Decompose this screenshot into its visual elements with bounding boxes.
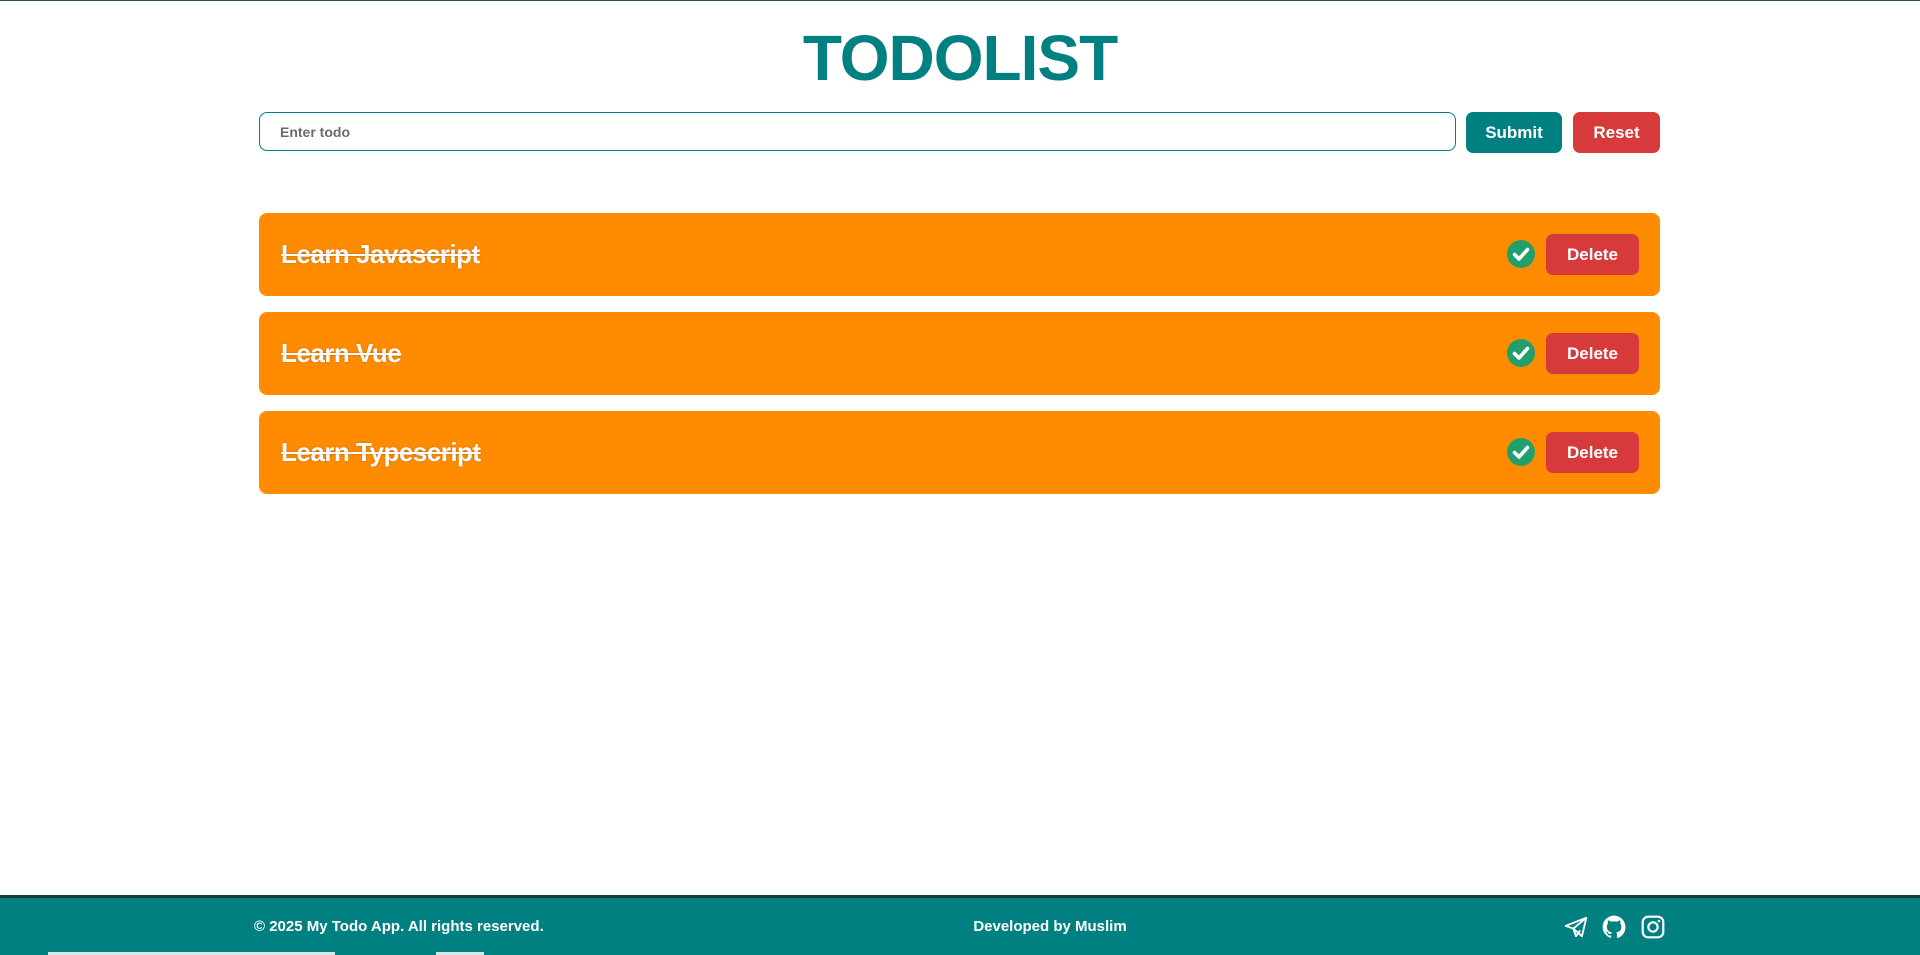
delete-button[interactable]: Delete (1546, 333, 1639, 374)
delete-button[interactable]: Delete (1546, 234, 1639, 275)
todo-input[interactable] (259, 112, 1456, 151)
page-title: TODOLIST (802, 22, 1118, 94)
delete-button[interactable]: Delete (1546, 432, 1639, 473)
footer-copyright: © 2025 My Todo App. All rights reserved. (254, 918, 544, 935)
instagram-icon[interactable] (1640, 914, 1666, 940)
submit-button[interactable]: Submit (1466, 112, 1562, 153)
check-circle-icon[interactable] (1506, 338, 1536, 368)
footer: © 2025 My Todo App. All rights reserved.… (0, 895, 1920, 955)
todo-item: Learn Vue Delete (259, 312, 1660, 395)
todo-item: Learn Typescript Delete (259, 411, 1660, 494)
todo-text[interactable]: Learn Vue (281, 312, 402, 395)
todo-form: Submit Reset (259, 112, 1660, 153)
check-circle-icon[interactable] (1506, 437, 1536, 467)
todo-app: TODOLIST Submit Reset Learn Javascript D… (0, 0, 1920, 895)
todo-item: Learn Javascript Delete (259, 213, 1660, 296)
todo-text[interactable]: Learn Javascript (281, 213, 480, 296)
reset-button[interactable]: Reset (1573, 112, 1660, 153)
todo-list: Learn Javascript Delete Learn Vue Delete… (259, 213, 1660, 510)
telegram-icon[interactable] (1563, 914, 1589, 940)
todo-text[interactable]: Learn Typescript (281, 411, 481, 494)
github-icon[interactable] (1601, 914, 1627, 940)
check-circle-icon[interactable] (1506, 239, 1536, 269)
